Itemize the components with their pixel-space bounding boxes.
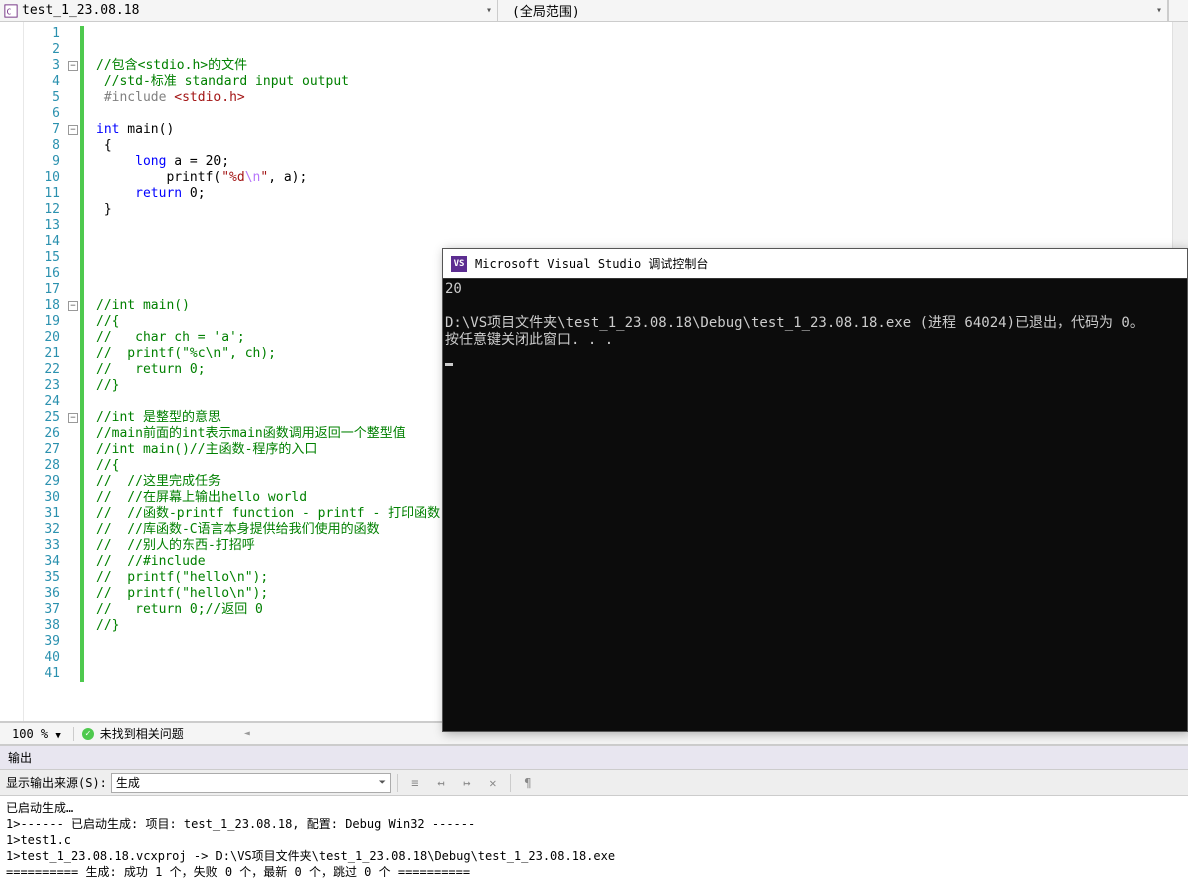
debug-console-window[interactable]: VS Microsoft Visual Studio 调试控制台 20 D:\V…	[442, 248, 1188, 732]
code-line[interactable]: //包含<stdio.h>的文件	[68, 58, 1188, 74]
chevron-down-icon: ▾	[1151, 5, 1167, 16]
scroll-left-icon[interactable]: ◄	[244, 728, 250, 739]
code-line[interactable]: printf("%d\n", a);	[68, 170, 1188, 186]
fold-toggle[interactable]: −	[68, 413, 78, 423]
vs-icon: VS	[451, 256, 467, 272]
check-icon: ✓	[82, 728, 94, 740]
console-titlebar[interactable]: VS Microsoft Visual Studio 调试控制台	[443, 249, 1187, 279]
file-scope-dropdown[interactable]: C test_1_23.08.18 ▾	[0, 0, 498, 21]
code-line[interactable]	[68, 106, 1188, 122]
console-title-text: Microsoft Visual Studio 调试控制台	[475, 255, 708, 272]
code-line[interactable]: long a = 20;	[68, 154, 1188, 170]
output-text[interactable]: 已启动生成… 1>------ 已启动生成: 项目: test_1_23.08.…	[0, 796, 1188, 884]
output-source-select[interactable]: 生成⏷	[111, 773, 391, 793]
code-line[interactable]	[68, 42, 1188, 58]
code-line[interactable]: int main()	[68, 122, 1188, 138]
console-output: 20 D:\VS项目文件夹\test_1_23.08.18\Debug\test…	[443, 279, 1187, 368]
navigation-bar: C test_1_23.08.18 ▾ (全局范围) ▾	[0, 0, 1188, 22]
chevron-down-icon: ▾	[481, 5, 497, 16]
code-line[interactable]: #include <stdio.h>	[68, 90, 1188, 106]
code-line[interactable]: {	[68, 138, 1188, 154]
wrap-button[interactable]: ¶	[517, 773, 539, 793]
output-panel-title: 输出	[0, 746, 1188, 770]
output-panel: 输出 显示输出来源(S): 生成⏷ ≡ ↤ ↦ ✕ ¶ 已启动生成… 1>---…	[0, 744, 1188, 884]
next-icon[interactable]: ↦	[456, 773, 478, 793]
code-line[interactable]	[68, 26, 1188, 42]
cursor-icon	[445, 363, 453, 366]
prev-icon[interactable]: ↤	[430, 773, 452, 793]
code-line[interactable]: //std-标准 standard input output	[68, 74, 1188, 90]
scope-label: (全局范围)	[512, 1, 1151, 20]
breakpoint-margin[interactable]	[0, 22, 24, 721]
code-line[interactable]: return 0;	[68, 186, 1188, 202]
prev-message-button[interactable]: ≡	[404, 773, 426, 793]
issues-status[interactable]: ✓ 未找到相关问题	[74, 725, 184, 742]
output-source-label: 显示输出来源(S):	[6, 774, 107, 791]
change-indicator	[80, 26, 84, 682]
cpp-file-icon: C	[4, 4, 18, 18]
fold-toggle[interactable]: −	[68, 301, 78, 311]
fold-toggle[interactable]: −	[68, 61, 78, 71]
zoom-level[interactable]: 100 % ▼	[0, 727, 74, 741]
fold-toggle[interactable]: −	[68, 125, 78, 135]
line-number-gutter: 1234567891011121314151617181920212223242…	[24, 22, 68, 721]
extra-dropdown[interactable]	[1168, 0, 1188, 21]
code-line[interactable]	[68, 218, 1188, 234]
svg-text:C: C	[7, 7, 12, 16]
file-label: test_1_23.08.18	[22, 3, 481, 18]
code-line[interactable]: }	[68, 202, 1188, 218]
member-scope-dropdown[interactable]: (全局范围) ▾	[498, 0, 1168, 21]
output-toolbar: 显示输出来源(S): 生成⏷ ≡ ↤ ↦ ✕ ¶	[0, 770, 1188, 796]
clear-button[interactable]: ✕	[482, 773, 504, 793]
